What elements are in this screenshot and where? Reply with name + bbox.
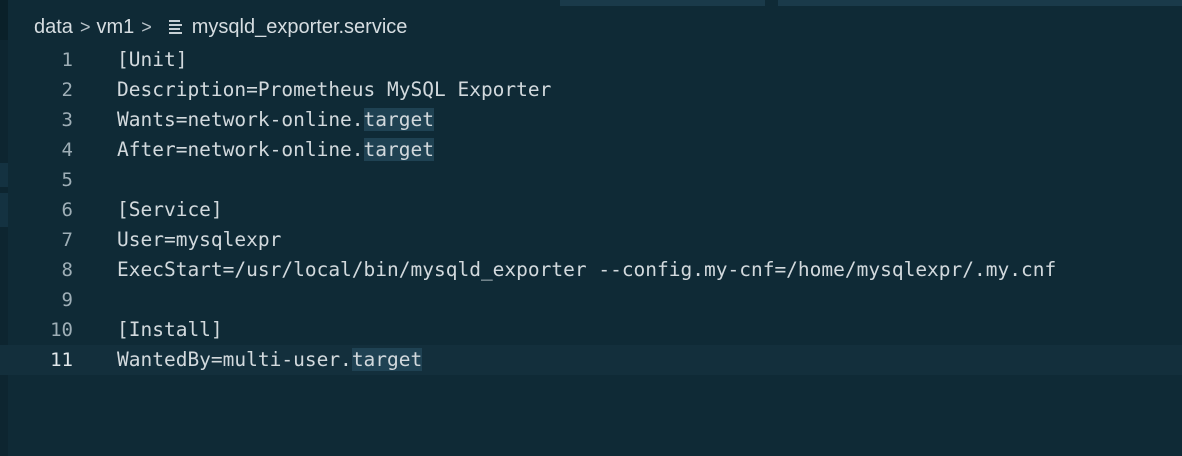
breadcrumb-item-vm1[interactable]: vm1 (96, 16, 134, 39)
code-line[interactable]: 2 Description=Prometheus MySQL Exporter (0, 75, 1182, 105)
code-line[interactable]: 4 After=network-online.target (0, 135, 1182, 165)
line-number: 6 (61, 199, 73, 221)
code-line[interactable]: 1 [Unit] (0, 45, 1182, 75)
breadcrumb-item-data[interactable]: data (34, 16, 73, 39)
code-line[interactable]: 10 [Install] (0, 315, 1182, 345)
code-text[interactable]: [Service] (117, 195, 223, 225)
code-text[interactable]: [Unit] (117, 45, 187, 75)
gutter-segment (0, 0, 8, 40)
code-text[interactable]: [Install] (117, 315, 223, 345)
code-text[interactable]: ExecStart=/usr/local/bin/mysqld_exporter… (117, 255, 1056, 285)
line-number: 8 (61, 259, 73, 281)
code-line[interactable]: 11 WantedBy=multi-user.target (0, 345, 1182, 375)
code-line[interactable]: 8 ExecStart=/usr/local/bin/mysqld_exporte… (0, 255, 1182, 285)
line-number: 3 (61, 109, 73, 131)
line-number: 4 (61, 139, 73, 161)
line-number: 10 (50, 319, 73, 341)
code-text[interactable]: Wants=network-online.target (117, 105, 434, 135)
code-line[interactable]: 9 (0, 285, 1182, 315)
code-text[interactable]: WantedBy=multi-user.target (117, 345, 423, 375)
code-editor[interactable]: 1 [Unit] 2 Description=Prometheus MySQL Exp… (0, 45, 1182, 375)
code-line[interactable]: 5 (0, 165, 1182, 195)
word-highlight: target (363, 108, 434, 131)
code-text[interactable]: User=mysqlexpr (117, 225, 281, 255)
line-number: 1 (61, 49, 73, 71)
code-line[interactable]: 3 Wants=network-online.target (0, 105, 1182, 135)
line-number: 9 (61, 289, 73, 311)
code-line[interactable]: 6 [Service] (0, 195, 1182, 225)
code-text[interactable]: After=network-online.target (117, 135, 434, 165)
code-text[interactable]: Description=Prometheus MySQL Exporter (117, 75, 551, 105)
word-highlight: target (363, 138, 434, 161)
line-number: 11 (50, 349, 73, 371)
breadcrumb: data > vm1 > mysqld_exporter.service (34, 14, 407, 40)
tab-strip-segment (778, 0, 1182, 6)
breadcrumb-item-file[interactable]: mysqld_exporter.service (192, 16, 408, 39)
line-number: 5 (61, 169, 73, 191)
tab-strip-segment (560, 0, 765, 6)
line-number: 2 (61, 79, 73, 101)
chevron-right-icon: > (141, 16, 152, 37)
code-line[interactable]: 7 User=mysqlexpr (0, 225, 1182, 255)
file-lines-icon (168, 20, 182, 34)
chevron-right-icon: > (79, 16, 91, 37)
word-highlight: target (351, 348, 423, 371)
line-number: 7 (61, 229, 73, 251)
